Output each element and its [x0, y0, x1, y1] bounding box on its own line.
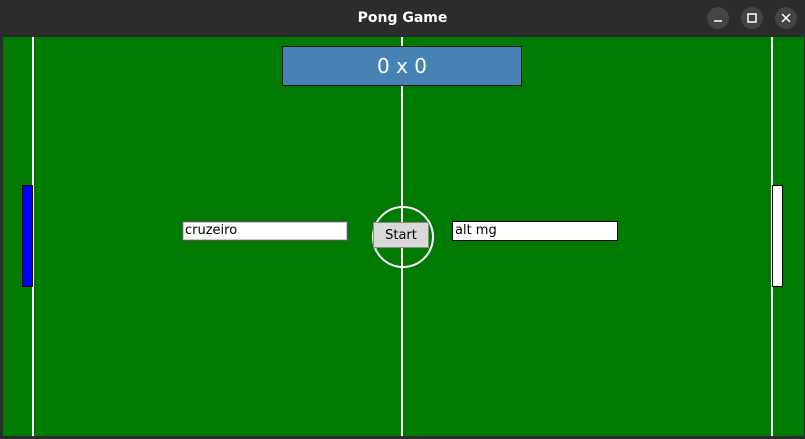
- left-player-name-input[interactable]: [182, 221, 348, 241]
- start-button[interactable]: Start: [373, 222, 429, 248]
- right-player-name-input[interactable]: [452, 221, 618, 241]
- scoreboard: 0 x 0: [282, 46, 522, 86]
- maximize-button[interactable]: [741, 7, 763, 29]
- left-paddle: [22, 185, 33, 287]
- app-window: Pong Game 0 x 0 Start: [0, 0, 805, 439]
- minimize-button[interactable]: [707, 7, 729, 29]
- game-field[interactable]: 0 x 0 Start: [3, 37, 804, 436]
- maximize-icon: [747, 13, 757, 23]
- title-bar[interactable]: Pong Game: [0, 0, 805, 36]
- close-icon: [781, 13, 791, 23]
- window-title: Pong Game: [357, 10, 448, 26]
- close-button[interactable]: [775, 7, 797, 29]
- minimize-icon: [714, 20, 722, 22]
- right-paddle: [772, 185, 783, 287]
